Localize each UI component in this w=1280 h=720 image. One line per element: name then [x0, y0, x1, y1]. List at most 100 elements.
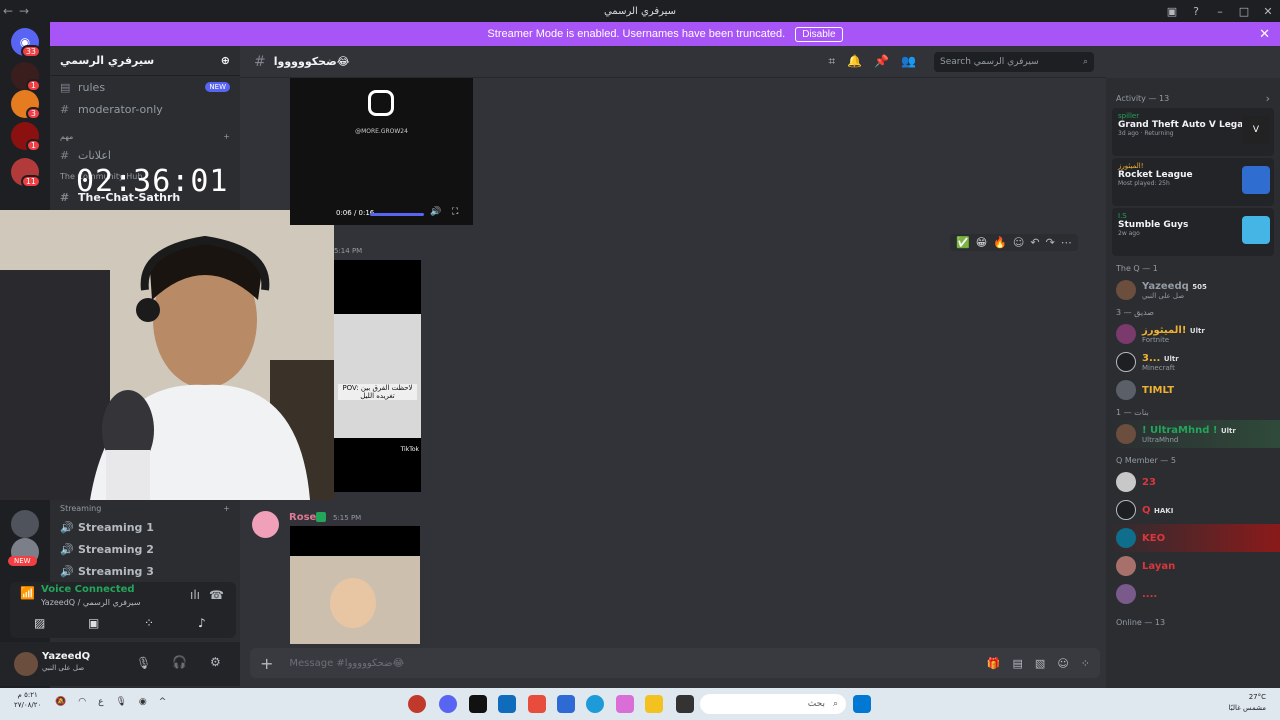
language-icon[interactable]: ع	[98, 697, 103, 707]
add-channel-icon[interactable]: +	[223, 504, 230, 513]
add-attachment-icon[interactable]: +	[260, 654, 273, 673]
message-composer[interactable]: + Message #ضحكوووووا😂 🎁 ▤ ▧ ☺ ⁘	[250, 648, 1100, 678]
disconnect-icon[interactable]: ☎	[209, 588, 224, 602]
notification-bell-icon[interactable]: 🔔	[847, 54, 862, 69]
voice-channel-streaming-2[interactable]: 🔊 Streaming 2	[50, 538, 240, 560]
sticker-icon[interactable]: ▧	[1035, 657, 1045, 670]
member-item[interactable]: الميثورز! Ultr Fortnite	[1106, 320, 1280, 348]
microphone-icon[interactable]: 🎙	[136, 656, 151, 670]
avatar[interactable]	[14, 652, 38, 676]
file-explorer-icon[interactable]	[645, 695, 663, 713]
server-icon[interactable]: 3	[11, 90, 41, 120]
avatar[interactable]	[252, 511, 279, 538]
volume-icon[interactable]: 🔊	[430, 207, 441, 217]
weather-widget[interactable]: 27°C مشمس غالبًا	[1229, 692, 1266, 714]
disable-button[interactable]: Disable	[795, 26, 843, 42]
activities-icon[interactable]: ⁘	[144, 616, 154, 630]
taskbar-search[interactable]: بحث ⌕	[700, 694, 846, 714]
activity-card[interactable]: spiller Grand Theft Auto V Legacy 3d ago…	[1112, 108, 1274, 156]
channel-moderator-only[interactable]: # moderator-only	[50, 98, 240, 120]
category-header[interactable]: مهم +	[50, 128, 240, 144]
search-input[interactable]: Search سيرفري الرسمي ⌕	[934, 52, 1094, 72]
activity-header[interactable]: Activity — 13 ›	[1106, 90, 1280, 106]
settings-gear-icon[interactable]: ⚙	[210, 655, 221, 669]
headphones-icon[interactable]: 🎧	[172, 655, 187, 669]
activity-card[interactable]: الميثورز! Rocket League Most played: 25h	[1112, 158, 1274, 206]
windows-start-icon[interactable]	[853, 695, 871, 713]
inbox-icon[interactable]: ▣	[1160, 5, 1184, 18]
copilot-icon[interactable]	[616, 695, 634, 713]
forward-icon[interactable]: ↷	[1046, 236, 1055, 249]
voice-status-title[interactable]: Voice Connected	[41, 584, 135, 595]
reaction-emoji-icon[interactable]: 😁	[976, 236, 987, 249]
tray-chevron-icon[interactable]: ^	[159, 697, 167, 707]
add-reaction-icon[interactable]: ☺	[1013, 236, 1024, 249]
notifications-icon[interactable]: 🔕	[55, 697, 66, 707]
volume-slider[interactable]	[370, 213, 424, 216]
tiktok-video[interactable]: POV: لاحظت الفرق بين تغريده الليل TikTok	[334, 260, 421, 492]
app-icon[interactable]	[676, 695, 694, 713]
category-header[interactable]: Streaming +	[50, 500, 240, 516]
minimize-button[interactable]: –	[1208, 5, 1232, 18]
channel-announcements[interactable]: # اعلانات	[50, 144, 240, 166]
add-channel-icon[interactable]: +	[223, 132, 230, 141]
store-icon[interactable]	[557, 695, 575, 713]
channel-label: moderator-only	[78, 102, 163, 116]
activity-card[interactable]: I.S Stumble Guys 2w ago	[1112, 208, 1274, 256]
chevron-right-icon[interactable]: ›	[1266, 92, 1270, 105]
wifi-icon[interactable]: ◠	[78, 697, 86, 707]
member-item[interactable]: Q HAKI	[1106, 496, 1280, 524]
voice-channel-streaming-1[interactable]: 🔊 Streaming 1	[50, 516, 240, 538]
discord-home-icon[interactable]: ◉ 33	[11, 28, 41, 58]
discord-icon[interactable]	[439, 695, 457, 713]
member-item[interactable]: 3... Ultr Minecraft	[1106, 348, 1280, 376]
emoji-icon[interactable]: ☺	[1057, 657, 1068, 670]
member-item[interactable]: Layan	[1106, 552, 1280, 580]
mic-icon[interactable]: 🎙	[115, 697, 126, 707]
voice-channel-streaming-3[interactable]: 🔊 Streaming 3	[50, 560, 240, 582]
outlook-icon[interactable]	[498, 695, 516, 713]
help-icon[interactable]: ?	[1184, 5, 1208, 18]
server-icon[interactable]: 1	[11, 62, 41, 92]
fullscreen-icon[interactable]: ⛶	[452, 207, 458, 217]
member-item[interactable]: Yazeedq 505 صل على النبي	[1106, 276, 1280, 304]
discord-tray-icon[interactable]: ◉	[139, 697, 147, 707]
member-item[interactable]: ! UltraMhnd ! Ultr UltraMhnd	[1106, 420, 1280, 448]
camera-off-icon[interactable]: ▨	[34, 616, 45, 630]
member-item[interactable]: TIMLT	[1106, 376, 1280, 404]
edge-icon[interactable]	[586, 695, 604, 713]
member-item[interactable]: ....	[1106, 580, 1280, 608]
server-icon[interactable]	[11, 510, 39, 538]
server-icon[interactable]: 11	[11, 158, 41, 188]
video-embed[interactable]	[290, 526, 420, 644]
more-icon[interactable]: ⋯	[1061, 236, 1072, 249]
add-member-icon[interactable]: ⊕	[221, 54, 230, 67]
message-author[interactable]: Rose	[289, 512, 316, 523]
capcut-icon[interactable]	[469, 695, 487, 713]
video-embed[interactable]: @MORE.GROW24 0:06 / 0:16 🔊 ⛶	[290, 78, 473, 225]
gift-icon[interactable]: 🎁	[987, 657, 1001, 670]
close-button[interactable]: ✕	[1256, 5, 1280, 18]
member-tag: Ultr	[1163, 354, 1179, 363]
app-icon[interactable]	[408, 695, 426, 713]
member-list-icon[interactable]: 👥	[901, 54, 916, 69]
apps-icon[interactable]: ⁘	[1081, 657, 1090, 670]
maximize-button[interactable]: □	[1232, 5, 1256, 18]
member-item[interactable]: KEO	[1106, 524, 1280, 552]
clock[interactable]: ٥:٢١ م ٢٧/٠٨/٢٠	[14, 690, 41, 710]
reply-icon[interactable]: ↶	[1030, 236, 1039, 249]
gift-icon[interactable]	[528, 695, 546, 713]
soundboard-icon[interactable]: ♪	[198, 616, 206, 630]
noise-suppression-icon[interactable]: ılı	[190, 588, 200, 602]
close-icon[interactable]: ✕	[1259, 26, 1270, 42]
threads-icon[interactable]: ⌗	[828, 54, 835, 69]
server-icon[interactable]: 1	[11, 122, 41, 152]
channel-rules[interactable]: ▤ rules NEW	[50, 76, 240, 98]
gif-icon[interactable]: ▤	[1013, 657, 1023, 670]
pin-icon[interactable]: 📌	[874, 54, 889, 69]
reaction-check-icon[interactable]: ✅	[956, 236, 970, 249]
screen-share-icon[interactable]: ▣	[88, 616, 99, 630]
member-item[interactable]: 23	[1106, 468, 1280, 496]
reaction-fire-icon[interactable]: 🔥	[993, 236, 1007, 249]
server-header[interactable]: سيرفري الرسمي ⊕	[50, 46, 240, 76]
